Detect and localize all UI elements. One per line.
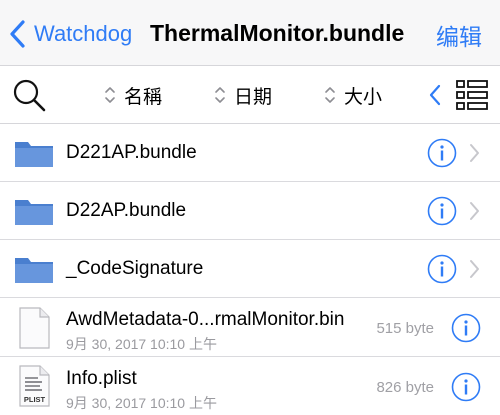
chevron-right-icon [470, 260, 479, 278]
edit-button[interactable]: 编辑 [436, 18, 482, 52]
sort-arrows-icon [215, 87, 225, 103]
toolbar: 名稱 日期 大小 [0, 66, 500, 124]
sort-by-size-label: 大小 [344, 86, 383, 108]
search-icon[interactable] [12, 78, 46, 112]
file-name: Info.plist [66, 368, 137, 389]
info-icon[interactable] [427, 254, 457, 284]
back-button[interactable]: Watchdog [8, 16, 132, 52]
list-item[interactable]: _CodeSignature [0, 240, 500, 298]
sort-by-name-label: 名稱 [124, 86, 163, 108]
file-size: 826 byte [376, 379, 434, 396]
back-button-label: Watchdog [34, 21, 133, 46]
file-name: AwdMetadata-0...rmalMonitor.bin [66, 309, 345, 330]
chevron-left-icon [10, 20, 25, 48]
folder-icon [15, 200, 53, 225]
info-icon[interactable] [427, 138, 457, 168]
info-icon[interactable] [427, 196, 457, 226]
document-icon [19, 307, 50, 349]
list-item[interactable]: D221AP.bundle [0, 124, 500, 182]
chevron-right-icon [470, 202, 479, 220]
file-name: D22AP.bundle [66, 200, 187, 221]
file-name: D221AP.bundle [66, 142, 197, 163]
sort-by-date-button[interactable]: 日期 [214, 82, 272, 108]
info-icon[interactable] [451, 372, 481, 402]
list-view-icon[interactable] [455, 78, 489, 112]
navigation-bar: Watchdog ThermalMonitor.bundle 编辑 [0, 0, 500, 66]
sort-by-name-button[interactable]: 名稱 [104, 82, 162, 108]
file-size: 515 byte [376, 320, 434, 337]
folder-icon [15, 142, 53, 167]
sort-by-size-button[interactable]: 大小 [324, 82, 382, 108]
list-item[interactable]: PLIST Info.plist 9月 30, 2017 10:10 上午 82… [0, 357, 500, 415]
sort-by-date-label: 日期 [234, 86, 273, 108]
info-icon[interactable] [451, 313, 481, 343]
file-date: 9月 30, 2017 10:10 上午 [66, 336, 217, 352]
file-name: _CodeSignature [66, 258, 204, 279]
folder-icon [15, 258, 53, 283]
sort-arrows-icon [325, 87, 335, 103]
chevron-right-icon [470, 144, 479, 162]
file-date: 9月 30, 2017 10:10 上午 [66, 395, 217, 411]
list-item[interactable]: AwdMetadata-0...rmalMonitor.bin 9月 30, 2… [0, 298, 500, 357]
collapse-chevron-icon[interactable] [426, 82, 444, 108]
sort-arrows-icon [105, 87, 115, 103]
plist-document-icon: PLIST [19, 365, 50, 407]
page-title: ThermalMonitor.bundle [150, 20, 405, 46]
plist-badge-text: PLIST [24, 395, 46, 404]
list-item[interactable]: D22AP.bundle [0, 182, 500, 240]
